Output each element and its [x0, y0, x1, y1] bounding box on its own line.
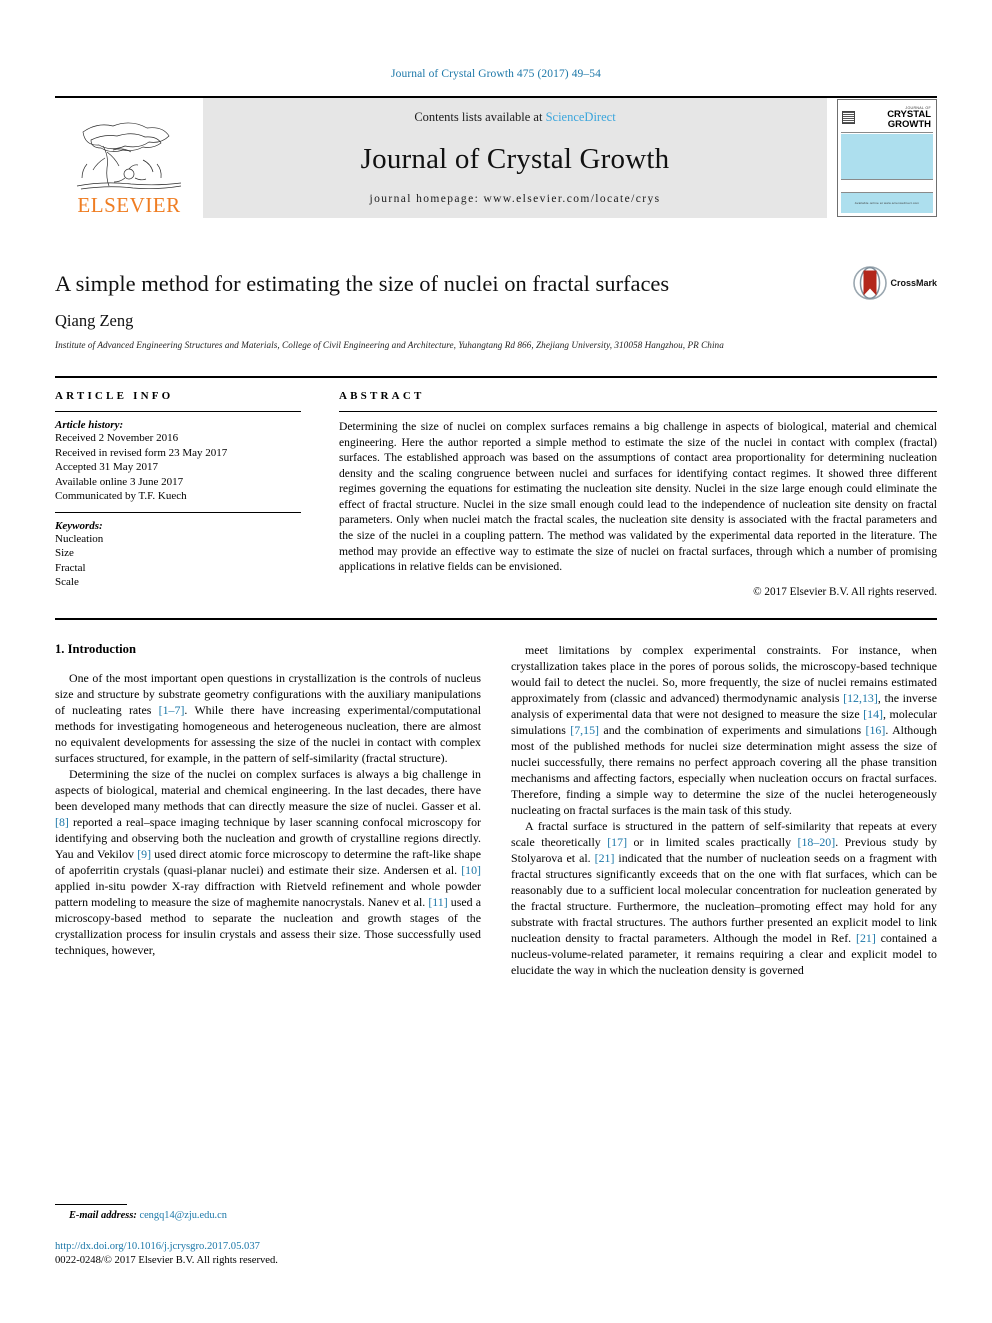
cover-white-band	[841, 180, 933, 193]
crossmark-badge[interactable]: CrossMark	[853, 266, 937, 300]
keywords-group: Keywords: Nucleation Size Fractal Scale	[55, 513, 301, 598]
running-head: Journal of Crystal Growth 475 (2017) 49–…	[391, 68, 601, 80]
sciencedirect-link[interactable]: ScienceDirect	[546, 110, 616, 124]
title-block: CrossMark A simple method for estimating…	[55, 266, 937, 350]
crossmark-label: CrossMark	[890, 278, 937, 288]
paragraph: One of the most important open questions…	[55, 670, 481, 765]
abstract-heading: ABSTRACT	[339, 390, 425, 402]
email-label: E-mail address:	[69, 1210, 137, 1221]
article-info-heading: ARTICLE INFO	[55, 390, 174, 402]
article-body: 1. Introduction One of the most importan…	[55, 617, 937, 1158]
keywords-label: Keywords:	[55, 519, 103, 532]
email-link[interactable]: cengq14@zju.edu.cn	[139, 1210, 226, 1221]
article-history-group: Article history: Received 2 November 201…	[55, 412, 301, 512]
history-item: Accepted 31 May 2017	[55, 461, 158, 474]
section-heading-introduction: 1. Introduction	[55, 641, 136, 656]
paper-title: A simple method for estimating the size …	[55, 271, 670, 296]
journal-cover-thumbnail: JOURNAL OF CRYSTAL GROWTH Available onli…	[827, 98, 937, 218]
footnote-block: E-mail address: cengq14@zju.edu.cn	[55, 1204, 481, 1221]
paragraph: Determining the size of the nuclei on co…	[55, 766, 481, 957]
elsevier-logo: ELSEVIER	[55, 98, 203, 218]
contents-line: Contents lists available at ScienceDirec…	[414, 110, 615, 125]
cover-footer-text: Available online at www.sciencedirect.co…	[854, 201, 920, 205]
abstract-copyright: © 2017 Elsevier B.V. All rights reserved…	[753, 585, 937, 598]
paragraph: meet limitations by complex experimental…	[511, 642, 938, 817]
keyword-item: Size	[55, 547, 74, 560]
abstract-column: ABSTRACT Determining the size of nuclei …	[339, 390, 937, 598]
history-item: Available online 3 June 2017	[55, 475, 184, 488]
issn-copyright: 0022-0248/© 2017 Elsevier B.V. All right…	[55, 1255, 278, 1267]
paper-page: Journal of Crystal Growth 475 (2017) 49–…	[0, 0, 992, 1323]
crossmark-icon	[853, 266, 888, 300]
doi-link[interactable]: http://dx.doi.org/10.1016/j.jcrysgro.201…	[55, 1240, 555, 1254]
cover-title-line2: GROWTH	[887, 118, 931, 130]
contents-prefix: Contents lists available at	[414, 110, 546, 124]
masthead-center: Contents lists available at ScienceDirec…	[203, 98, 827, 218]
paragraph: A fractal surface is structured in the p…	[511, 818, 937, 977]
journal-title: Journal of Crystal Growth	[360, 142, 670, 175]
cover-image-panel	[841, 134, 933, 180]
cover-publisher-icon	[842, 111, 855, 124]
keyword-item: Fractal	[55, 561, 86, 574]
footer-block: http://dx.doi.org/10.1016/j.jcrysgro.201…	[55, 1240, 555, 1268]
info-abstract-section: ARTICLE INFO Article history: Received 2…	[55, 376, 937, 598]
footnote-email-line: E-mail address: cengq14@zju.edu.cn	[55, 1210, 481, 1221]
keyword-item: Nucleation	[55, 532, 104, 545]
journal-masthead: ELSEVIER Contents lists available at Sci…	[55, 96, 937, 218]
footnote-divider	[55, 1204, 127, 1205]
history-item: Received 2 November 2016	[55, 432, 179, 444]
abstract-text: Determining the size of nuclei on comple…	[339, 420, 937, 574]
elsevier-wordmark: ELSEVIER	[77, 193, 181, 217]
journal-homepage[interactable]: journal homepage: www.elsevier.com/locat…	[369, 193, 660, 205]
body-column-left: 1. Introduction One of the most importan…	[55, 642, 481, 1158]
history-item: Communicated by T.F. Kuech	[55, 490, 187, 503]
author-affiliation: Institute of Advanced Engineering Struct…	[55, 340, 724, 350]
article-history-label: Article history:	[55, 419, 124, 431]
cover-footer-band: Available online at www.sciencedirect.co…	[841, 193, 933, 213]
author-name: Qiang Zeng	[55, 311, 134, 330]
keyword-item: Scale	[55, 576, 79, 589]
body-column-right: meet limitations by complex experimental…	[511, 642, 937, 1158]
history-item: Received in revised form 23 May 2017	[55, 446, 228, 459]
article-info-column: ARTICLE INFO Article history: Received 2…	[55, 390, 301, 598]
elsevier-tree-icon	[76, 122, 182, 190]
